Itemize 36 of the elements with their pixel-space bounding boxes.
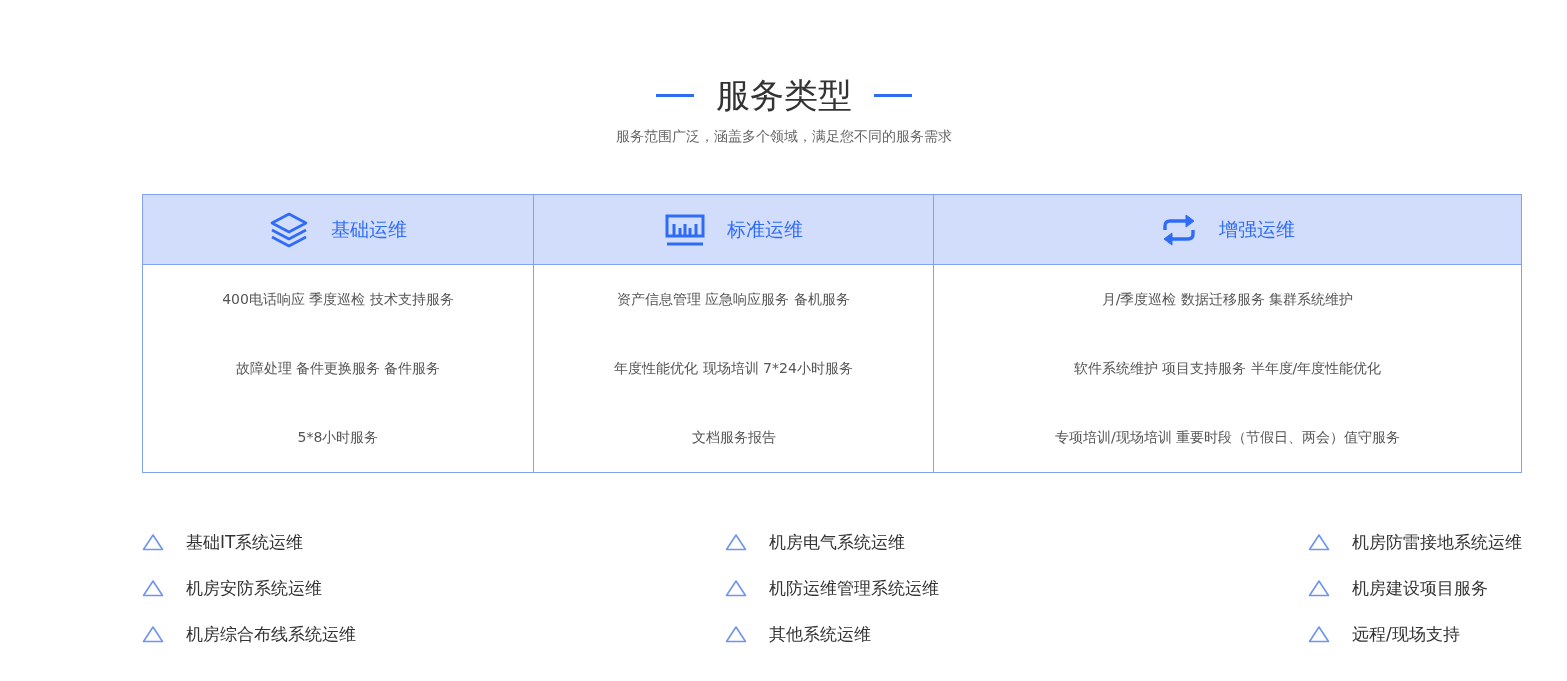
feature-label: 远程/现场支持 (1352, 623, 1460, 646)
triangle-icon (142, 533, 164, 551)
feature-label: 机房电气系统运维 (769, 531, 905, 554)
feature-label: 机防运维管理系统运维 (769, 577, 939, 600)
feature-label: 其他系统运维 (769, 623, 871, 646)
plan-name: 增强运维 (1218, 216, 1295, 242)
plan-name: 标准运维 (726, 216, 803, 242)
feature-label: 机房综合布线系统运维 (186, 623, 356, 646)
table-cell-text: 故障处理 备件更换服务 备件服务 (234, 358, 442, 378)
table-cell-text: 月/季度巡检 数据迁移服务 集群系统维护 (1100, 289, 1355, 309)
feature-label: 机房建设项目服务 (1352, 577, 1488, 600)
title-dash (655, 93, 694, 97)
triangle-icon (142, 579, 164, 597)
layers-icon (269, 211, 309, 248)
table-cell-text: 5*8小时服务 (296, 427, 380, 447)
table-cell-text: 专项培训/现场培训 重要时段（节假日、两会）值守服务 (1053, 427, 1402, 447)
section-subtitle: 服务范围广泛，涵盖多个领域，满足您不同的服务需求 (615, 128, 952, 146)
table-cell-text: 400电话响应 季度巡检 技术支持服务 (221, 289, 455, 309)
plan-name: 基础运维 (331, 216, 407, 242)
triangle-icon (725, 579, 747, 597)
section-title: 服务类型 (715, 74, 852, 117)
triangle-icon (1308, 625, 1330, 643)
triangle-icon (1308, 533, 1330, 551)
table-cell-text: 软件系统维护 项目支持服务 半年度/年度性能优化 (1072, 358, 1383, 378)
table-cell-text: 年度性能优化 现场培训 7*24小时服务 (613, 358, 854, 378)
table-cell-text: 资产信息管理 应急响应服务 备机服务 (616, 289, 851, 309)
ruler-icon (664, 213, 705, 246)
triangle-icon (142, 625, 164, 643)
triangle-icon (725, 625, 747, 643)
table-cell-text: 文档服务报告 (690, 427, 777, 447)
feature-label: 基础IT系统运维 (186, 531, 304, 554)
feature-label: 机房防雷接地系统运维 (1352, 531, 1522, 554)
feature-label: 机房安防系统运维 (186, 577, 322, 600)
title-dash (873, 93, 912, 97)
triangle-icon (1308, 579, 1330, 597)
triangle-icon (725, 533, 747, 551)
